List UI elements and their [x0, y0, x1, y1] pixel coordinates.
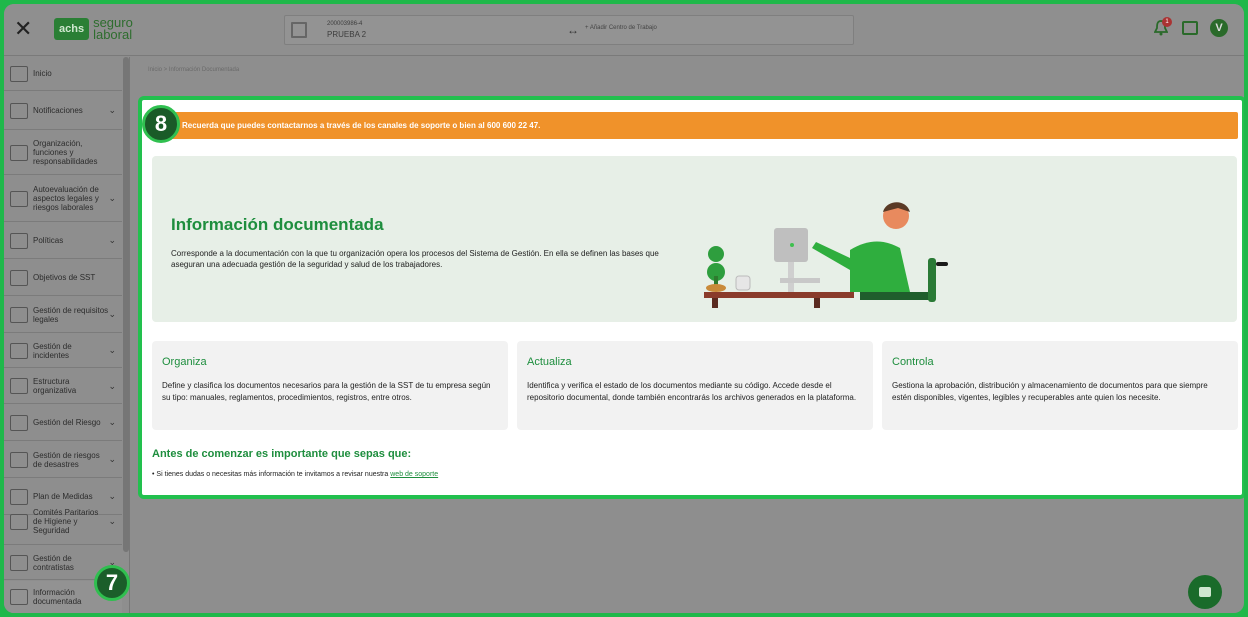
handshake-icon — [10, 554, 28, 571]
chevron-down-icon: ⌄ — [108, 309, 116, 319]
card-organiza: Organiza Define y clasifica los document… — [152, 341, 508, 430]
sidebar-item-estructura[interactable]: Estructura organizativa ⌄ — [4, 369, 122, 404]
support-tip-text: • Si tienes dudas o necesitas más inform… — [152, 471, 389, 478]
card-text: Define y clasifica los documentos necesa… — [162, 381, 491, 402]
company-selector[interactable]: 200003986-4 PRUEBA 2 ↔ + Añadir Centro d… — [284, 15, 854, 45]
app-window: ✕ achs seguro laboral 200003986-4 PRUEBA… — [4, 4, 1244, 613]
org-chart-icon — [10, 144, 28, 161]
group-icon — [10, 513, 28, 530]
logo-line2: laboral — [93, 27, 133, 42]
sidebar-item-label: Estructura organizativa — [33, 377, 77, 395]
scale-icon — [10, 306, 28, 323]
step-marker-8: 8 — [142, 105, 180, 143]
swap-icon[interactable]: ↔ — [567, 23, 579, 37]
sidebar-item-label: Gestión de incidentes — [33, 341, 72, 360]
card-title: Actualiza — [527, 356, 572, 368]
warning-icon — [10, 414, 28, 431]
files-icon — [10, 589, 28, 605]
achs-logo[interactable]: achs seguro laboral — [54, 16, 133, 42]
person-at-desk-illustration — [704, 202, 948, 308]
card-text: Gestiona la aprobación, distribución y a… — [892, 381, 1208, 402]
sidebar-item-label: Autoevaluación de aspectos legales y rie… — [33, 185, 99, 212]
avatar[interactable]: V — [1210, 19, 1228, 37]
sidebar-item-label: Políticas — [33, 236, 64, 245]
sidebar-item-objetivos[interactable]: Objetivos de SST — [4, 260, 122, 296]
sidebar-item-label: Objetivos de SST — [33, 273, 96, 282]
checklist-icon — [10, 190, 28, 207]
step-marker-7: 7 — [94, 565, 130, 601]
chevron-down-icon: ⌄ — [108, 380, 116, 391]
people-icon — [10, 378, 28, 394]
sidebar: Inicio Notificaciones ⌄ Organización, fu… — [4, 57, 130, 613]
top-bar: ✕ achs seguro laboral 200003986-4 PRUEBA… — [4, 4, 1244, 56]
sidebar-item-autoevaluacion[interactable]: Autoevaluación de aspectos legales y rie… — [4, 176, 122, 222]
sidebar-item-riesgo[interactable]: Gestión del Riesgo ⌄ — [4, 405, 122, 441]
page-title: Información documentada — [171, 215, 384, 234]
add-worksite-button[interactable]: + Añadir Centro de Trabajo — [585, 25, 657, 31]
chevron-down-icon: ⌄ — [108, 417, 116, 427]
company-code: 200003986-4 — [327, 21, 363, 27]
section-heading: Antes de comenzar es importante que sepa… — [152, 448, 412, 460]
envelope-icon — [10, 102, 28, 119]
sidebar-item-label: Gestión del Riesgo — [33, 418, 101, 427]
close-icon[interactable]: ✕ — [14, 17, 32, 41]
sidebar-item-comites[interactable]: Comités Paritarios de Higiene y Segurida… — [4, 499, 122, 545]
sidebar-item-label: Inicio — [33, 69, 52, 78]
sidebar-item-incidentes[interactable]: Gestión de incidentes ⌄ — [4, 334, 122, 368]
card-text: Identifica y verifica el estado de los d… — [527, 381, 857, 402]
sidebar-item-label: Organización, funciones y responsabilida… — [33, 139, 98, 166]
document-icon — [10, 232, 28, 249]
support-alert: Recuerda que puedes contactarnos a travé… — [150, 112, 1238, 139]
sidebar-item-inicio[interactable]: Inicio — [4, 57, 122, 91]
sidebar-item-label: Notificaciones — [33, 106, 83, 115]
company-name: PRUEBA 2 — [327, 30, 367, 39]
chevron-down-icon: ⌄ — [108, 105, 116, 115]
sidebar-item-notificaciones[interactable]: Notificaciones ⌄ — [4, 92, 122, 130]
sidebar-item-label: Gestión de requisitos legales — [33, 305, 109, 324]
sidebar-item-label: Gestión de riesgos de desastres — [33, 450, 100, 469]
chevron-down-icon: ⌄ — [108, 454, 116, 464]
hero-banner: Información documentada Corresponde a la… — [152, 156, 1237, 322]
chat-fab-button[interactable] — [1188, 575, 1222, 609]
incident-icon — [10, 342, 28, 359]
building-icon — [291, 22, 307, 38]
sidebar-item-organizacion[interactable]: Organización, funciones y responsabilida… — [4, 131, 122, 175]
chat-bubble-icon — [1199, 587, 1211, 597]
home-icon — [10, 65, 28, 82]
notification-badge: 1 — [1162, 17, 1172, 27]
sidebar-item-label: Comités Paritarios de Higiene y Segurida… — [33, 508, 99, 535]
alarm-icon — [10, 451, 28, 468]
sidebar-scrollbar[interactable] — [123, 57, 129, 552]
hero-description: Corresponde a la documentación con la qu… — [171, 249, 659, 269]
logo-text: seguro laboral — [93, 16, 133, 42]
bar-chart-icon — [10, 269, 28, 286]
messages-icon[interactable] — [1182, 21, 1198, 35]
card-title: Organiza — [162, 356, 207, 368]
support-tip: • Si tienes dudas o necesitas más inform… — [152, 471, 438, 478]
card-title: Controla — [892, 356, 934, 368]
support-web-link[interactable]: web de soporte — [390, 471, 438, 478]
breadcrumb[interactable]: Inicio > Información Documentada — [148, 67, 239, 73]
chevron-down-icon: ⌄ — [108, 193, 116, 203]
chevron-down-icon: ⌄ — [108, 516, 116, 526]
sidebar-item-label: Gestión de contratistas — [33, 553, 74, 572]
sidebar-item-requisitos[interactable]: Gestión de requisitos legales ⌄ — [4, 297, 122, 333]
card-actualiza: Actualiza Identifica y verifica el estad… — [517, 341, 873, 430]
logo-badge: achs — [54, 18, 90, 40]
chevron-down-icon: ⌄ — [108, 345, 116, 355]
sidebar-item-desastres[interactable]: Gestión de riesgos de desastres ⌄ — [4, 442, 122, 478]
sidebar-item-politicas[interactable]: Políticas ⌄ — [4, 223, 122, 259]
info-documentada-panel: Recuerda que puedes contactarnos a travé… — [138, 96, 1244, 499]
chevron-down-icon: ⌄ — [108, 235, 116, 245]
card-controla: Controla Gestiona la aprobación, distrib… — [882, 341, 1238, 430]
